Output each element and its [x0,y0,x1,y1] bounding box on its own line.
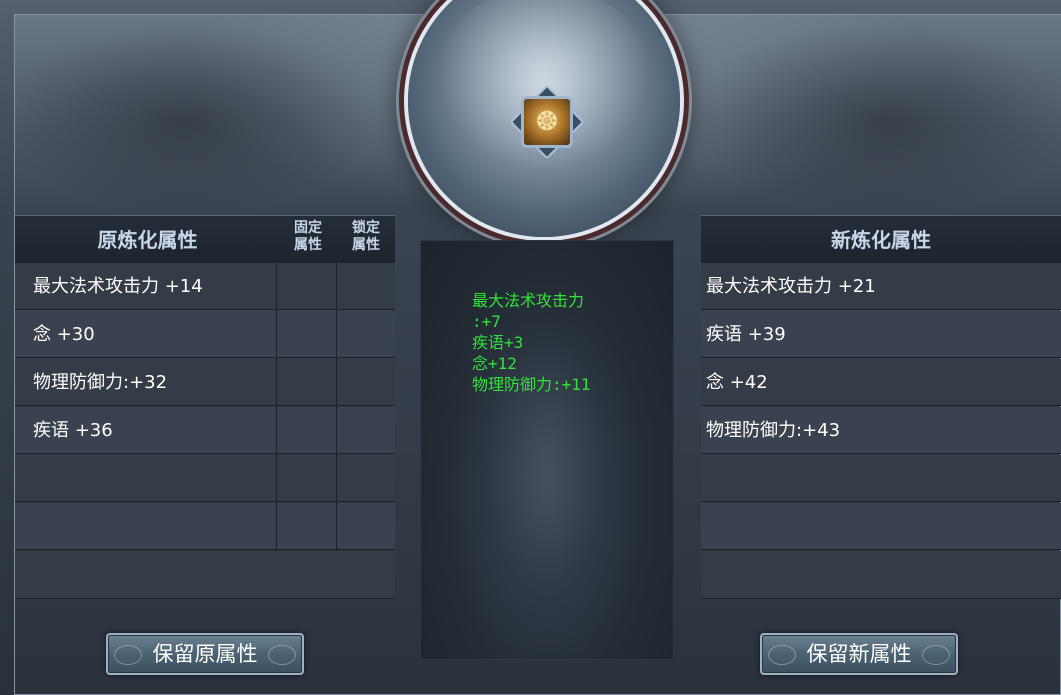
new-attr-row [701,551,1061,599]
new-attr-row [701,503,1061,550]
button-ornament-icon [768,645,796,665]
button-ornament-icon [114,645,142,665]
new-attr-row: 疾语 +39 [701,311,1061,358]
new-attr-list: 最大法术攻击力 +21 疾语 +39 念 +42 物理防御力:+43 [701,263,1061,623]
item-slot[interactable]: ❂ [511,86,583,158]
original-attr-row[interactable]: 念 +30 [15,311,395,358]
summary-line: 疾语+3 [472,333,524,352]
new-attr-header: 新炼化属性 [701,215,1061,263]
new-attr-row [701,455,1061,502]
original-attr-row [15,503,395,550]
refine-item-icon[interactable]: ❂ [521,96,573,148]
summary-line: 念+12 [472,354,517,373]
summary-line: 物理防御力:+11 [472,375,591,394]
button-ornament-icon [922,645,950,665]
new-attr-title: 新炼化属性 [831,228,931,252]
original-attr-row[interactable]: 物理防御力:+32 [15,359,395,406]
keep-original-attr-button[interactable]: 保留原属性 [106,633,304,675]
new-attr-row: 念 +42 [701,359,1061,406]
fixed-attr-column-header: 固定 属性 [294,220,322,253]
original-attr-row[interactable]: 疾语 +36 [15,407,395,454]
column-divider [276,263,277,551]
original-attr-title: 原炼化属性 [97,228,198,252]
summary-line: 最大法术攻击力 [472,291,585,310]
new-attr-row: 最大法术攻击力 +21 [701,263,1061,310]
original-attr-row [15,551,395,599]
original-attr-row [15,455,395,502]
button-ornament-icon [268,645,296,665]
original-attr-header: 原炼化属性 固定 属性 锁定 属性 [15,215,395,263]
column-divider [336,263,337,551]
original-attr-row[interactable]: 最大法术攻击力 +14 [15,263,395,310]
new-attr-row: 物理防御力:+43 [701,407,1061,454]
keep-new-attr-button[interactable]: 保留新属性 [760,633,958,675]
locked-attr-column-header: 锁定 属性 [352,220,380,253]
summary-line: :+7 [472,312,501,331]
attr-change-summary: 最大法术攻击力 :+7 疾语+3 念+12 物理防御力:+11 [472,290,672,395]
original-attr-list: 最大法术攻击力 +14 念 +30 物理防御力:+32 疾语 +36 [15,263,395,623]
